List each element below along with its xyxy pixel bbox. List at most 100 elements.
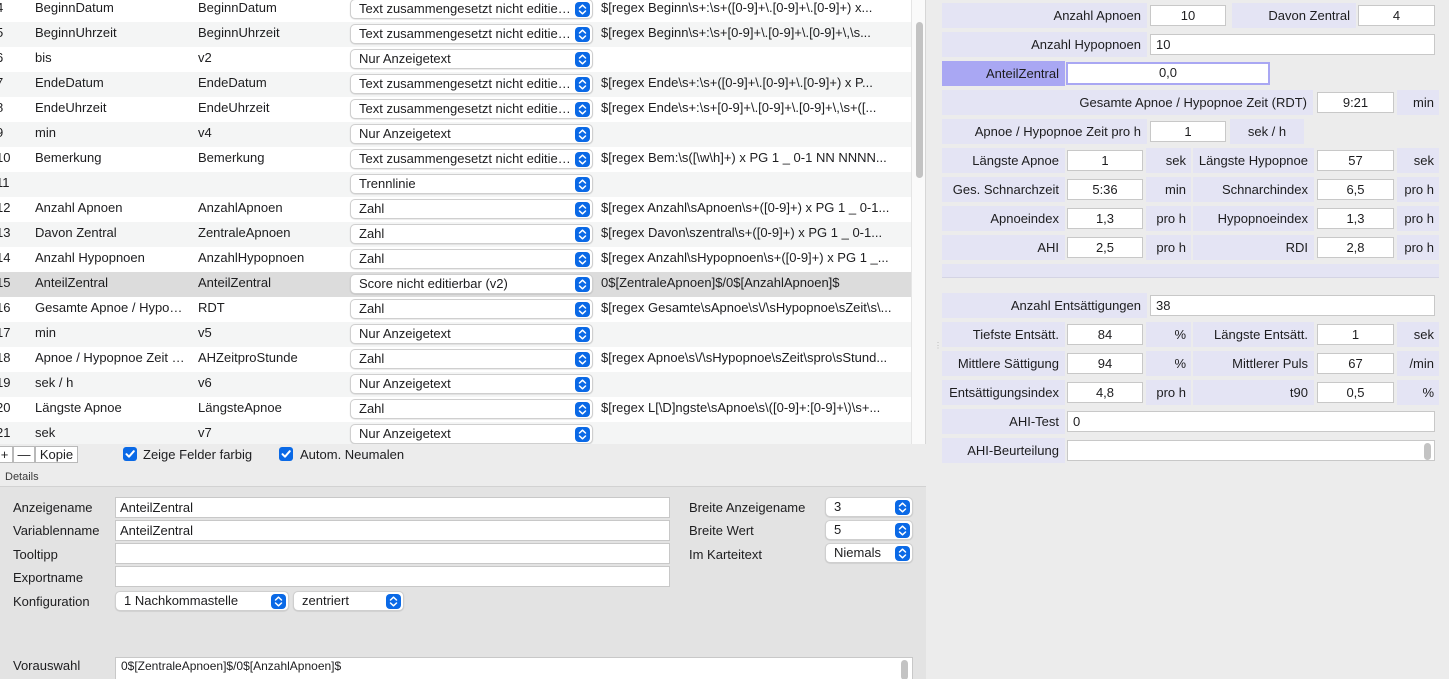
rdi-field[interactable]: 2,8 [1317,237,1394,258]
chevron-updown-icon [895,546,910,561]
row-expression: $[regex Apnoe\s\/\sHypopnoe\sZeit\spro\s… [601,350,888,365]
schnarchzeit-field[interactable]: 5:36 [1067,179,1143,200]
field-type-popup[interactable]: Zahl [350,349,593,369]
ahi-beurteilung-field[interactable] [1067,440,1435,461]
row-number: 20 [0,400,11,415]
tooltip-field[interactable] [115,543,670,564]
width-value-label: Breite Wert [689,523,754,538]
ahi-test-field[interactable]: 0 [1067,411,1435,432]
field-type-popup[interactable]: Trennlinie [350,174,593,194]
davon-zentral-field[interactable]: 4 [1358,5,1435,26]
field-type-popup[interactable]: Text zusammengesetzt nicht editierbar [350,0,593,19]
table-row[interactable]: 14 Anzahl Hypopnoen AnzahlHypopnoen $[regex… [0,247,911,272]
show-colored-label: Zeige Felder farbig [143,447,253,462]
show-colored-checkbox[interactable] [123,447,137,461]
remove-row-button[interactable]: — [13,446,35,463]
configuration-label: Konfiguration [13,594,90,609]
field-type-popup[interactable]: Score nicht editierbar (v2) [350,274,593,294]
card-text-popup[interactable]: Niemals [825,543,913,563]
field-type-popup[interactable]: Nur Anzeigetext [350,374,593,394]
row-expression: $[regex Beginn\s+:\s+([0-9]+\.[0-9]+\.[0… [601,0,873,15]
tiefste-field[interactable]: 84 [1067,324,1143,345]
chevron-updown-icon [895,500,910,515]
table-row[interactable]: 11 Trennlinie [0,172,911,197]
row-variable-name: AnteilZentral [198,275,271,290]
field-type-value: Nur Anzeigetext [359,326,451,341]
chevron-updown-icon [575,302,590,317]
beurteilung-scrollbar-thumb[interactable] [1424,443,1431,460]
row-expression [601,322,909,347]
table-scrollbar[interactable] [911,0,925,444]
preselect-scrollbar-thumb[interactable] [901,660,908,679]
table-row[interactable]: 19 sek / h v6 Nur Anzeigetext [0,372,911,397]
auto-repaint-checkbox[interactable] [279,447,293,461]
width-name-popup[interactable]: 3 [825,497,913,517]
t90-field[interactable]: 0,5 [1317,382,1394,403]
row-display-name: sek [35,425,56,440]
field-type-popup[interactable]: Nur Anzeigetext [350,324,593,344]
field-type-popup[interactable]: Text zusammengesetzt nicht editierbar [350,74,593,94]
table-row[interactable]: 15 AnteilZentral AnteilZentral 0$[ZentraleA… [0,272,911,297]
table-row[interactable]: 8 EndeUhrzeit EndeUhrzeit $[regex Ende\s+:\… [0,97,911,122]
mittlere-saett-field[interactable]: 94 [1067,353,1143,374]
ents-index-field[interactable]: 4,8 [1067,382,1143,403]
table-row[interactable]: 10 Bemerkung Bemerkung $[regex Bem:\s([\w\h… [0,147,911,172]
chevron-updown-icon [575,352,590,367]
field-type-popup[interactable]: Nur Anzeigetext [350,49,593,69]
field-type-popup[interactable]: Zahl [350,199,593,219]
preselect-textarea[interactable]: 0$[ZentraleApnoen]$/0$[AnzahlApnoen]$ [115,657,913,679]
scrollbar-thumb[interactable] [916,22,923,178]
rdt-field[interactable]: 9:21 [1317,92,1394,113]
field-type-value: Nur Anzeigetext [359,126,451,141]
table-row[interactable]: 13 Davon Zentral ZentraleApnoen $[regex Dav… [0,222,911,247]
tiefste-label: Tiefste Entsätt. [942,322,1065,347]
table-row[interactable]: 9 min v4 Nur Anzeigetext [0,122,911,147]
alignment-popup[interactable]: zentriert [293,591,404,611]
ents-index-unit: pro h [1146,380,1191,405]
table-row[interactable]: 20 Längste Apnoe LängsteApnoe $[regex L[\D]… [0,397,911,422]
table-row[interactable]: 18 Apnoe / Hypopnoe Zeit pro h AHZeitproSt… [0,347,911,372]
decimals-popup[interactable]: 1 Nachkommastelle [115,591,289,611]
field-type-popup[interactable]: Nur Anzeigetext [350,424,593,444]
field-type-popup[interactable]: Zahl [350,224,593,244]
table-row[interactable]: 12 Anzahl Apnoen AnzahlApnoen $[regex Anzah… [0,197,911,222]
ah-zeit-field[interactable]: 1 [1150,121,1226,142]
copy-row-button[interactable]: Kopie [35,446,78,463]
table-row[interactable]: 4 BeginnDatum BeginnDatum $[regex Beginn\s+… [0,0,911,22]
schnarchindex-field[interactable]: 6,5 [1317,179,1394,200]
split-divider-handle[interactable]: ⋮ [934,341,942,350]
entsaettigungen-field[interactable]: 38 [1150,295,1435,316]
field-type-value: Text zusammengesetzt nicht editierbar [359,76,571,91]
field-type-popup[interactable]: Zahl [350,249,593,269]
ahi-field[interactable]: 2,5 [1067,237,1143,258]
anteil-zentral-field[interactable]: 0,0 [1066,62,1270,85]
table-row[interactable]: 7 EndeDatum EndeDatum $[regex Ende\s+:\s+([… [0,72,911,97]
field-type-popup[interactable]: Text zusammengesetzt nicht editierbar [350,24,593,44]
laengste-hypopnoe-field[interactable]: 57 [1317,150,1394,171]
add-row-button[interactable]: + [0,446,13,463]
table-row[interactable]: 21 sek v7 Nur Anzeigetext [0,422,911,444]
display-name-field[interactable]: AnteilZentral [115,497,670,518]
laengste-apnoe-field[interactable]: 1 [1067,150,1143,171]
laengste-ents-field[interactable]: 1 [1317,324,1394,345]
anzahl-apnoen-field[interactable]: 10 [1150,5,1226,26]
field-type-popup[interactable]: Nur Anzeigetext [350,124,593,144]
apnoeindex-field[interactable]: 1,3 [1067,208,1143,229]
width-value-popup[interactable]: 5 [825,520,913,540]
field-type-popup[interactable]: Zahl [350,299,593,319]
hypopnoeindex-field[interactable]: 1,3 [1317,208,1394,229]
field-type-popup[interactable]: Text zusammengesetzt nicht editierbar [350,99,593,119]
row-variable-name: EndeUhrzeit [198,100,270,115]
field-type-popup[interactable]: Text zusammengesetzt nicht editierbar [350,149,593,169]
table-row[interactable]: 16 Gesamte Apnoe / Hypopnoe Zeit (RDT) RDT… [0,297,911,322]
export-name-field[interactable] [115,566,670,587]
table-row[interactable]: 17 min v5 Nur Anzeigetext [0,322,911,347]
anzahl-hypopnoen-field[interactable]: 10 [1150,34,1435,55]
field-type-popup[interactable]: Zahl [350,399,593,419]
mittlerer-puls-field[interactable]: 67 [1317,353,1394,374]
laengste-ents-label: Längste Entsätt. [1193,322,1314,347]
variable-name-field[interactable]: AnteilZentral [115,520,670,541]
table-row[interactable]: 6 bis v2 Nur Anzeigetext [0,47,911,72]
checkmark-icon [125,450,135,458]
table-row[interactable]: 5 BeginnUhrzeit BeginnUhrzeit $[regex Begin… [0,22,911,47]
